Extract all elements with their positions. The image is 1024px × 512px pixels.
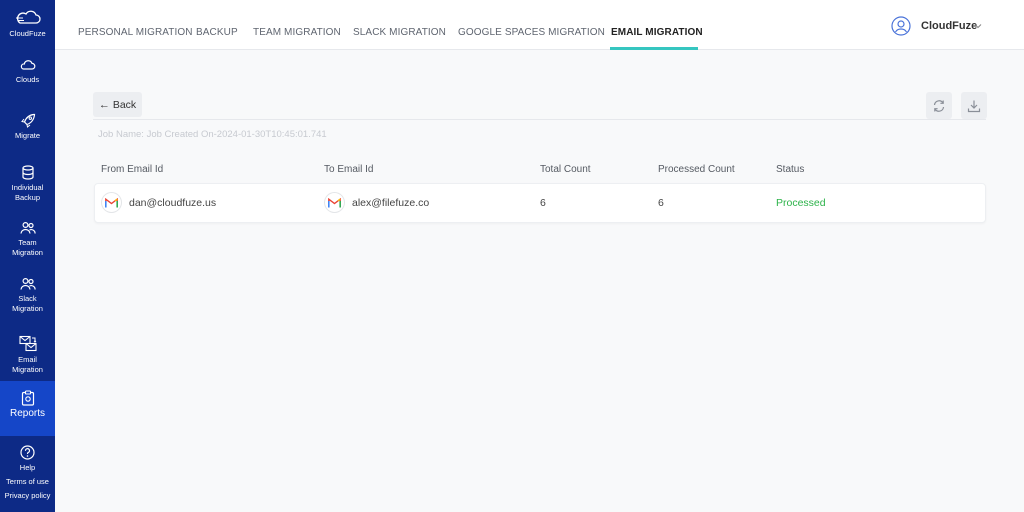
sidebar-item-label: Email: [18, 355, 37, 364]
help-label: Help: [19, 463, 36, 472]
rocket-icon: [20, 113, 35, 128]
top-header: PERSONAL MIGRATION BACKUP TEAM MIGRATION…: [55, 0, 1024, 50]
sidebar: CloudFuze Clouds Migrate Individual Back…: [0, 0, 55, 512]
cloudfuze-logo-icon: [15, 10, 41, 24]
help-icon: [20, 445, 35, 460]
tab-slack-migration[interactable]: SLACK MIGRATION: [353, 27, 446, 38]
column-header-processed: Processed Count: [658, 164, 735, 175]
terms-link[interactable]: Terms of use: [0, 475, 55, 489]
refresh-button[interactable]: [926, 92, 952, 119]
tab-team-migration[interactable]: TEAM MIGRATION: [253, 27, 341, 38]
user-avatar-icon[interactable]: [891, 16, 911, 36]
column-header-total: Total Count: [540, 164, 591, 175]
email-migration-icon: [18, 335, 37, 352]
user-name[interactable]: CloudFuze: [921, 20, 977, 32]
gmail-icon: [325, 193, 344, 212]
column-header-from: From Email Id: [101, 164, 164, 175]
gmail-icon: [102, 193, 121, 212]
sidebar-item-label: Migration: [12, 304, 43, 313]
arrow-left-icon: ←: [98, 98, 110, 111]
from-email: dan@cloudfuze.us: [129, 197, 217, 209]
back-button[interactable]: ← Back: [93, 92, 142, 117]
tab-personal-migration[interactable]: PERSONAL MIGRATION: [78, 27, 193, 38]
download-button[interactable]: [961, 92, 987, 119]
sidebar-item-individual-backup[interactable]: Individual Backup: [0, 165, 55, 203]
column-header-status: Status: [776, 164, 805, 175]
sidebar-item-slack-migration[interactable]: Slack Migration: [0, 277, 55, 314]
sidebar-item-clouds[interactable]: Clouds: [0, 58, 55, 85]
database-icon: [21, 165, 34, 180]
sidebar-item-team-migration[interactable]: Team Migration: [0, 221, 55, 258]
back-button-label: Back: [112, 98, 137, 111]
sidebar-item-migrate[interactable]: Migrate: [0, 113, 55, 141]
users-icon: [19, 221, 36, 234]
column-header-to: To Email Id: [324, 164, 374, 175]
sidebar-item-label: Individual: [11, 183, 44, 192]
cloud-icon: [20, 60, 35, 70]
to-email: alex@filefuze.co: [352, 197, 430, 209]
sidebar-item-reports[interactable]: Reports: [0, 381, 55, 436]
tab-google-spaces-migration[interactable]: GOOGLE SPACES MIGRATION: [458, 27, 605, 38]
users-icon: [19, 277, 36, 290]
help-link[interactable]: Help: [0, 445, 55, 473]
job-name: Job Name: Job Created On-2024-01-30T10:4…: [98, 129, 327, 140]
tab-backup[interactable]: BACKUP: [196, 27, 238, 38]
active-tab-indicator: [610, 47, 698, 50]
sidebar-item-label: Migrate: [14, 131, 40, 140]
status-badge: Processed: [776, 197, 826, 209]
sidebar-item-label: Backup: [14, 193, 41, 202]
tab-email-migration[interactable]: EMAIL MIGRATION: [611, 27, 703, 38]
clipboard-icon: [21, 390, 34, 406]
sidebar-item-label: Slack: [18, 294, 37, 303]
brand-name: CloudFuze: [9, 29, 46, 38]
sidebar-item-label: Clouds: [15, 75, 40, 84]
brand-logo[interactable]: CloudFuze: [0, 10, 55, 39]
sidebar-item-label: Migration: [12, 248, 43, 257]
sidebar-item-label: Reports: [9, 408, 45, 419]
sidebar-item-label: Migration: [12, 365, 43, 374]
processed-count: 6: [658, 197, 664, 209]
download-icon: [967, 100, 981, 112]
sidebar-item-label: Team: [18, 238, 37, 247]
divider: [93, 119, 986, 120]
chevron-down-icon[interactable]: [973, 21, 983, 31]
sidebar-item-email-migration[interactable]: Email Migration: [0, 335, 55, 375]
total-count: 6: [540, 197, 546, 209]
refresh-icon: [933, 99, 945, 112]
privacy-link[interactable]: Privacy policy: [0, 489, 55, 503]
